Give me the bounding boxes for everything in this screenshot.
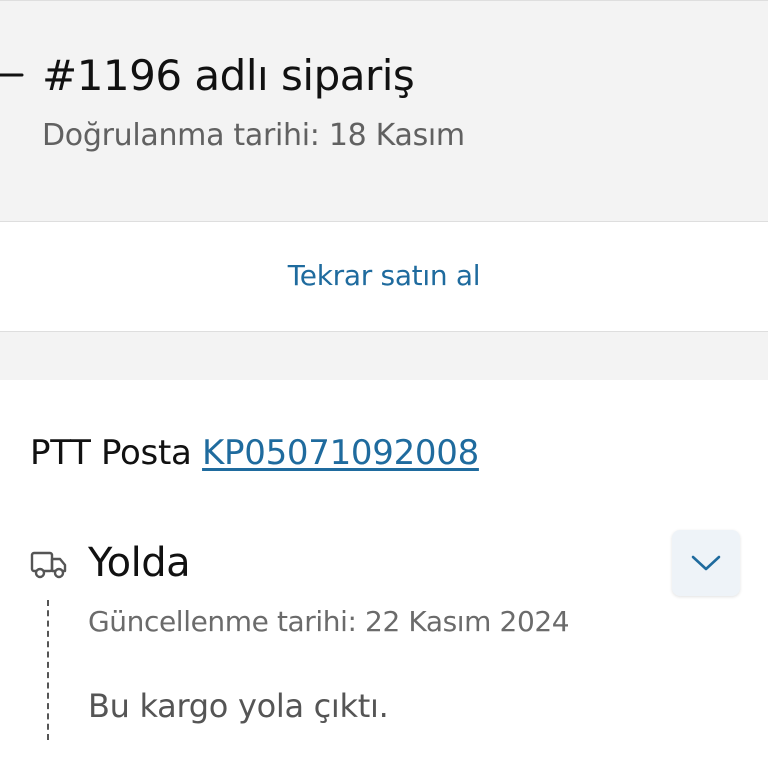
- order-header: #1196 adlı sipariş Doğrulanma tarihi: 18…: [0, 0, 768, 222]
- expand-button[interactable]: [672, 530, 740, 596]
- carrier-line: PTT Posta KP05071092008: [30, 430, 479, 476]
- page-title: #1196 adlı sipariş: [42, 51, 415, 100]
- updated-date: Güncellenme tarihi: 22 Kasım 2024: [88, 605, 570, 638]
- shipment-message: Bu kargo yola çıktı.: [88, 687, 389, 725]
- arrow-left-icon[interactable]: [0, 55, 24, 95]
- buy-again-button[interactable]: Tekrar satın al: [0, 256, 768, 296]
- confirmation-date: Doğrulanma tarihi: 18 Kasım: [42, 118, 465, 153]
- order-page: #1196 adlı sipariş Doğrulanma tarihi: 18…: [0, 0, 768, 768]
- rebuy-bar: Tekrar satın al: [0, 222, 768, 332]
- shipment-status: Yolda: [88, 540, 191, 586]
- chevron-down-icon: [691, 555, 721, 571]
- carrier-name: PTT Posta: [30, 433, 192, 473]
- timeline-connector: [47, 600, 49, 740]
- section-divider: [0, 332, 768, 380]
- truck-icon: [30, 551, 67, 579]
- shipment-card: PTT Posta KP05071092008 Yolda Güncellenm…: [0, 380, 768, 768]
- tracking-number-link[interactable]: KP05071092008: [202, 433, 479, 473]
